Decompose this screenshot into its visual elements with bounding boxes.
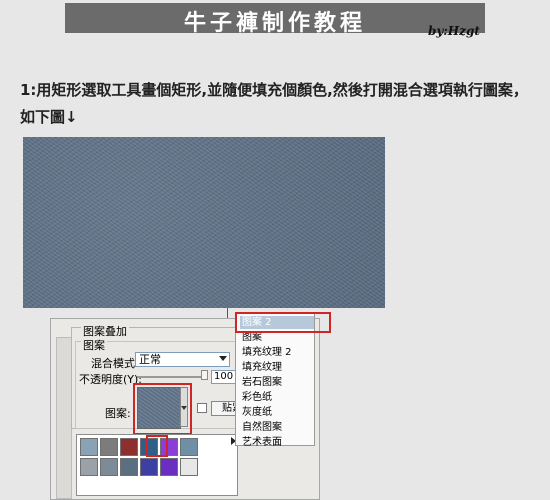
- opacity-slider-track[interactable]: [137, 376, 207, 378]
- menu-item-fill-texture[interactable]: 填充纹理: [240, 361, 314, 374]
- menu-highlight-box: [235, 312, 331, 333]
- instruction-text: 1:用矩形選取工具畫個矩形,並隨便填充個顏色,然後打開混合選項執行圖案，如下圖↓: [20, 81, 528, 126]
- swatch-highlight-box: [133, 383, 192, 435]
- pattern-tile[interactable]: [160, 458, 178, 476]
- opacity-slider-thumb[interactable]: [201, 370, 208, 380]
- menu-item-art-surface[interactable]: 艺术表面: [240, 436, 314, 449]
- pattern-tile[interactable]: [80, 458, 98, 476]
- pattern-tile[interactable]: [180, 438, 198, 456]
- pattern-tile[interactable]: [180, 458, 198, 476]
- blend-mode-label: 混合模式:: [91, 357, 139, 370]
- pattern-tile[interactable]: [140, 458, 158, 476]
- blend-mode-value: 正常: [139, 353, 161, 366]
- selected-tile-highlight: [146, 435, 168, 457]
- title-bar: 牛子褲制作教程: [65, 3, 485, 36]
- menu-item-fill-texture-2[interactable]: 填充纹理 2: [240, 346, 314, 359]
- chevron-down-icon: [219, 356, 227, 361]
- byline: by:Hzgt: [428, 24, 480, 38]
- left-panel-strip: [56, 337, 72, 499]
- new-preset-icon[interactable]: [197, 403, 207, 413]
- pattern-tile[interactable]: [100, 458, 118, 476]
- menu-item-grayscale-paper[interactable]: 灰度纸: [240, 406, 314, 419]
- pattern-tile[interactable]: [80, 438, 98, 456]
- pattern-subgroup-title: 图案: [81, 337, 107, 353]
- pattern-tile[interactable]: [120, 438, 138, 456]
- callout-connector: [227, 308, 228, 318]
- menu-item-rock-pattern[interactable]: 岩石图案: [240, 376, 314, 389]
- texture-preview-image: [23, 137, 385, 308]
- pattern-tile[interactable]: [100, 438, 118, 456]
- page-title: 牛子褲制作教程: [183, 10, 366, 36]
- pattern-tile[interactable]: [120, 458, 138, 476]
- blend-mode-select[interactable]: 正常: [135, 352, 230, 367]
- opacity-input[interactable]: 100: [211, 370, 237, 384]
- menu-item-color-paper[interactable]: 彩色纸: [240, 391, 314, 404]
- pattern-label: 图案:: [105, 407, 131, 420]
- menu-item-nature-pattern[interactable]: 自然图案: [240, 421, 314, 434]
